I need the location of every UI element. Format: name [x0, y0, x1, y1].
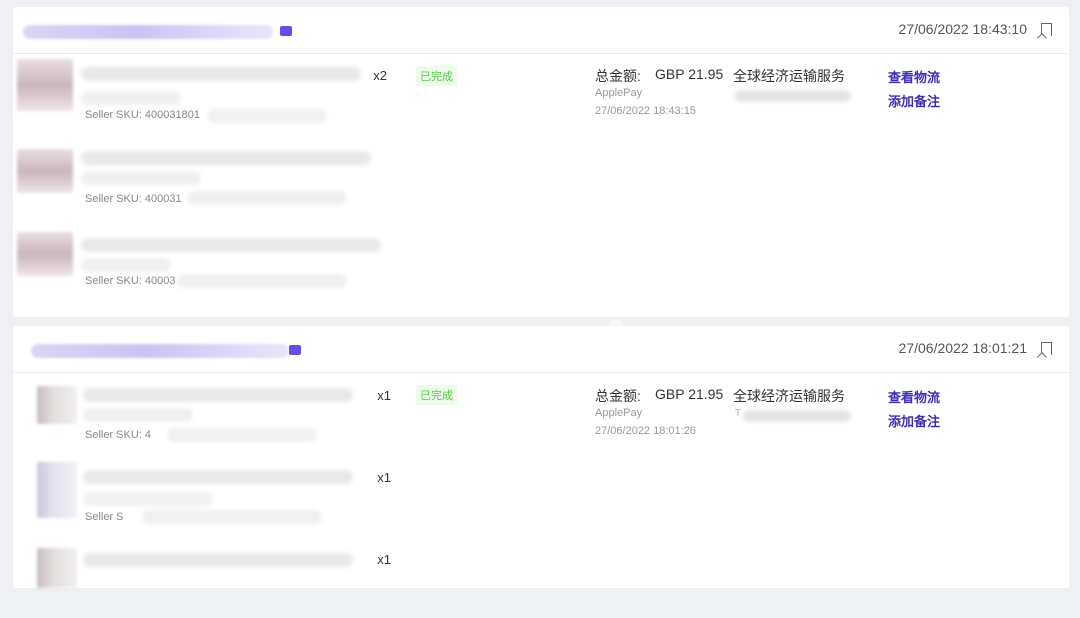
view-logistics-link[interactable]: 查看物流 [888, 387, 940, 406]
product-title-redacted [83, 388, 353, 402]
total-value: GBP 21.95 [655, 386, 724, 402]
total-label: 总金额: [595, 388, 641, 404]
order-item: x2 Seller SKU: 400031801 [17, 59, 387, 129]
product-variant-redacted [81, 171, 201, 185]
order-card: 27/06/2022 18:01:21 x1 Seller SKU: 4 x1 … [13, 326, 1069, 588]
product-title-redacted [81, 67, 361, 81]
message-icon[interactable] [280, 26, 292, 36]
seller-sku: Seller SKU: 400031 [85, 193, 182, 205]
product-thumbnail[interactable] [17, 149, 73, 193]
bookmark-icon[interactable] [1041, 342, 1052, 355]
sku-redacted [187, 191, 347, 205]
product-title-redacted [81, 238, 381, 252]
payment-method: ApplePay [595, 407, 643, 419]
item-quantity: x1 [377, 552, 391, 567]
add-note-link[interactable]: 添加备注 [888, 91, 940, 110]
order-time: 27/06/2022 18:01:21 [898, 340, 1027, 356]
shipping-service: 全球经济运输服务 [733, 68, 845, 84]
product-thumbnail[interactable] [17, 59, 73, 111]
view-logistics-link[interactable]: 查看物流 [888, 67, 940, 86]
order-card: 27/06/2022 18:43:10 x2 Seller SKU: 40003… [13, 7, 1069, 317]
order-item: x1 Seller S [17, 462, 391, 532]
total-value: GBP 21.95 [655, 66, 724, 82]
product-variant-redacted [83, 492, 213, 506]
order-item: x1 [17, 548, 391, 618]
sku-redacted [142, 510, 322, 524]
total-label: 总金额: [595, 68, 641, 84]
tracking-number-redacted [735, 90, 851, 102]
product-title-redacted [83, 470, 353, 484]
seller-sku: Seller SKU: 4 [85, 429, 152, 441]
product-variant-redacted [81, 258, 171, 272]
item-quantity: x1 [377, 470, 391, 485]
payment-time: 27/06/2022 18:43:15 [595, 105, 696, 117]
product-thumbnail[interactable] [17, 232, 73, 276]
product-thumbnail[interactable] [37, 548, 77, 588]
message-icon[interactable] [289, 345, 301, 355]
shipping-service: 全球经济运输服务 [733, 388, 845, 404]
product-thumbnail[interactable] [37, 386, 77, 424]
order-item: Seller SKU: 40003 [17, 232, 381, 302]
seller-sku: Seller SKU: 40003 [85, 275, 176, 287]
sku-redacted [207, 109, 327, 123]
tracking-number-prefix: T [735, 408, 742, 419]
item-quantity: x1 [377, 388, 391, 403]
order-header: 27/06/2022 18:01:21 [13, 326, 1069, 373]
order-id-redacted [23, 25, 273, 39]
status-badge: 已完成 [416, 385, 457, 405]
order-header: 27/06/2022 18:43:10 [13, 7, 1069, 54]
order-item: x1 Seller SKU: 4 [17, 386, 391, 456]
seller-sku: Seller S [85, 511, 124, 523]
product-title-redacted [81, 151, 371, 165]
product-thumbnail[interactable] [37, 462, 77, 518]
order-item: Seller SKU: 400031 [17, 149, 377, 219]
payment-method: ApplePay [595, 87, 643, 99]
payment-time: 27/06/2022 18:01:26 [595, 425, 696, 437]
add-note-link[interactable]: 添加备注 [888, 411, 940, 430]
product-variant-redacted [81, 91, 181, 105]
status-badge: 已完成 [416, 66, 457, 86]
item-quantity: x2 [373, 68, 387, 83]
bookmark-icon[interactable] [1041, 23, 1052, 36]
order-id-redacted [31, 344, 289, 358]
product-title-redacted [83, 553, 353, 567]
tracking-number-redacted [743, 410, 851, 422]
product-variant-redacted [83, 408, 193, 422]
sku-redacted [177, 274, 347, 288]
sku-redacted [167, 428, 317, 442]
seller-sku: Seller SKU: 400031801 [85, 109, 200, 121]
order-time: 27/06/2022 18:43:10 [898, 21, 1027, 37]
